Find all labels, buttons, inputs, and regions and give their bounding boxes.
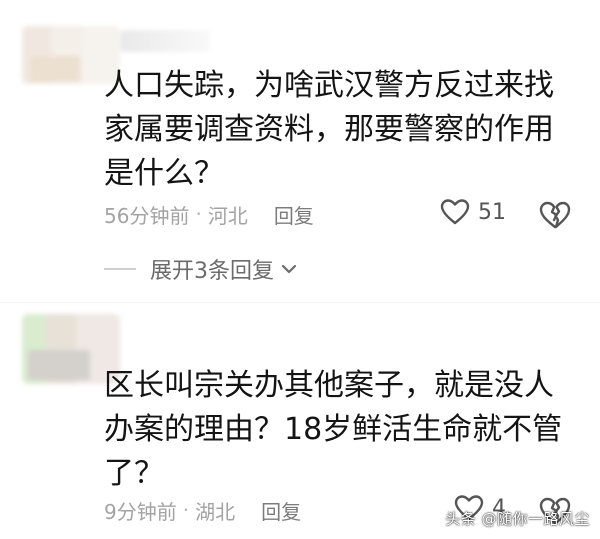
expand-replies-label: 展开3条回复 <box>150 259 274 284</box>
comment-thread: 人口失踪，为啥武汉警方反过来找家属要调查资料，那要警察的作用是什么？ 56分钟前… <box>0 0 600 539</box>
comment-text: 人口失踪，为啥武汉警方反过来找家属要调查资料，那要警察的作用是什么？ <box>104 68 554 191</box>
expand-line <box>104 268 136 270</box>
username-blurred[interactable] <box>120 30 210 52</box>
comment-location: 河北 <box>207 203 248 228</box>
like-button[interactable]: 51 <box>440 198 506 226</box>
comment-time: 56分钟前 <box>104 203 190 228</box>
comment-location: 湖北 <box>195 499 236 524</box>
reply-button[interactable]: 回复 <box>261 496 301 525</box>
reply-button[interactable]: 回复 <box>274 200 314 229</box>
meta-separator: · <box>182 498 190 522</box>
chevron-down-icon <box>281 264 297 274</box>
like-count: 51 <box>478 199 506 225</box>
expand-replies-button[interactable]: 展开3条回复 <box>104 252 298 286</box>
watermark: 头条 @随你一路风尘 <box>445 510 590 528</box>
comment-divider <box>0 302 600 303</box>
meta-separator: · <box>195 202 202 226</box>
comment-time: 9分钟前 <box>104 499 177 524</box>
comment-text: 区长叫宗关办其他案子，就是没人办案的理由？18岁鲜活生命就不管了？ <box>104 368 563 491</box>
broken-heart-icon[interactable] <box>538 199 572 231</box>
heart-outline-icon <box>440 199 470 225</box>
